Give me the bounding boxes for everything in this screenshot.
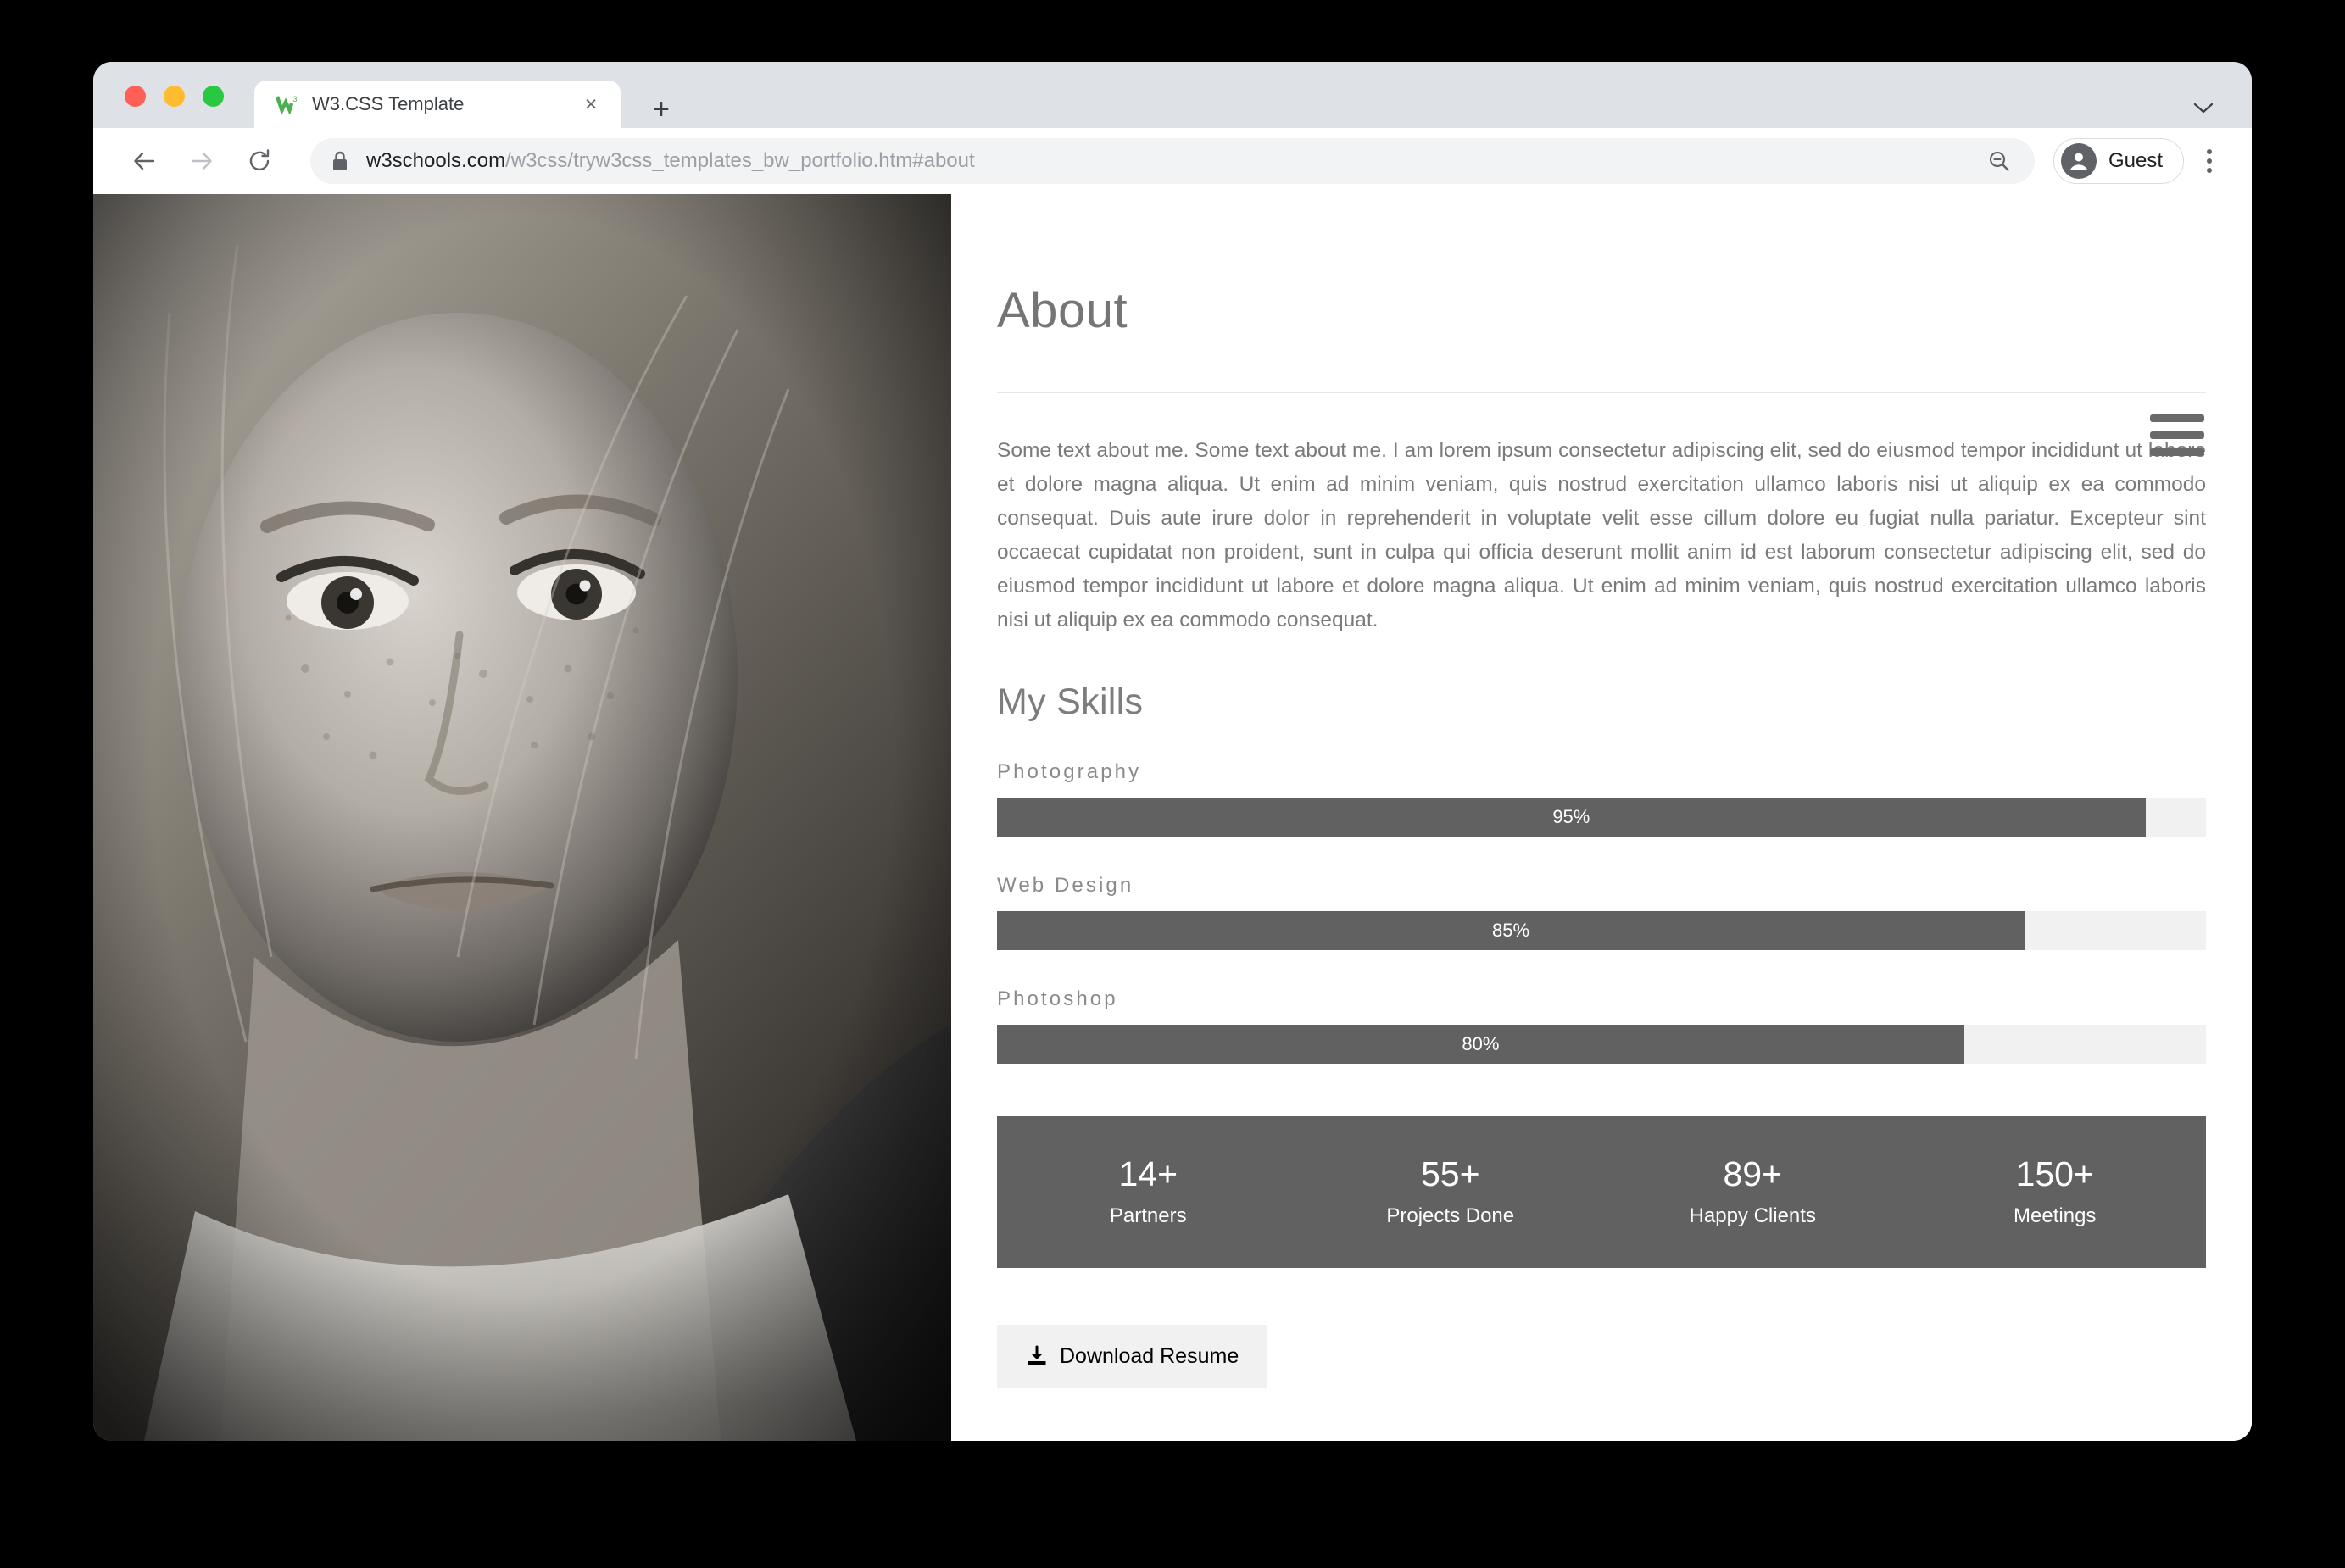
stat-partners: 14+ Partners	[997, 1155, 1300, 1227]
window-traffic-lights	[125, 86, 224, 107]
hamburger-bar	[2150, 414, 2204, 422]
url-path: /w3css/tryw3css_templates_bw_portfolio.h…	[505, 149, 975, 172]
browser-tab-strip: 3 W3.CSS Template × +	[93, 62, 2252, 128]
skill-progress-photoshop: 80%	[997, 1024, 2206, 1064]
new-tab-button[interactable]: +	[644, 92, 678, 126]
browser-tab-title: W3.CSS Template	[312, 93, 465, 114]
stat-label: Happy Clients	[1689, 1204, 1816, 1227]
profile-label: Guest	[2108, 149, 2163, 172]
about-paragraph: Some text about me. Some text about me. …	[997, 439, 2206, 631]
stat-label: Partners	[1109, 1204, 1187, 1227]
stat-label: Projects Done	[1386, 1204, 1515, 1227]
stat-value: 14+	[1118, 1154, 1178, 1194]
window-minimize-button[interactable]	[164, 86, 185, 107]
back-button[interactable]	[122, 139, 166, 183]
browser-toolbar: w3schools.com/w3css/tryw3css_templates_b…	[93, 128, 2252, 194]
w3-logo-icon: 3	[275, 93, 300, 115]
skill-label-photoshop: Photoshop	[997, 987, 1118, 1010]
stat-happy-clients: 89+ Happy Clients	[1601, 1155, 1904, 1227]
kebab-dot	[2207, 168, 2212, 173]
lock-icon	[331, 150, 349, 172]
skill-progress-web-design: 85%	[997, 910, 2206, 950]
address-bar[interactable]: w3schools.com/w3css/tryw3css_templates_b…	[310, 138, 2035, 184]
skills-heading: My Skills	[997, 681, 1144, 722]
hamburger-bar	[2150, 431, 2204, 439]
kebab-dot	[2207, 149, 2212, 154]
hero-photo	[93, 194, 951, 1441]
skill-label-web-design: Web Design	[997, 873, 1134, 897]
stats-band: 14+ Partners 55+ Projects Done 89+ Happy…	[997, 1115, 2207, 1268]
skill-progress-fill: 80%	[997, 1024, 1964, 1064]
download-resume-label: Download Resume	[1060, 1343, 1239, 1368]
skill-label-photography: Photography	[997, 759, 1142, 783]
browser-window: 3 W3.CSS Template × + w3schools.com/w3cs…	[93, 62, 2252, 1441]
window-close-button[interactable]	[125, 86, 146, 107]
address-bar-url: w3schools.com/w3css/tryw3css_templates_b…	[366, 149, 2014, 173]
page-viewport: About Some text about me. Some text abou…	[93, 194, 2252, 1441]
url-domain: w3schools.com	[366, 149, 506, 172]
forward-button[interactable]	[180, 139, 224, 183]
close-icon[interactable]: ×	[578, 92, 604, 117]
hamburger-bar	[2150, 448, 2204, 456]
avatar	[2060, 143, 2097, 179]
profile-button[interactable]: Guest	[2053, 138, 2184, 184]
svg-text:3: 3	[293, 95, 298, 103]
chevron-down-icon[interactable]	[2191, 96, 2216, 121]
kebab-menu-icon[interactable]	[2191, 139, 2228, 183]
skill-progress-fill: 95%	[997, 797, 2146, 837]
browser-tab[interactable]: 3 W3.CSS Template ×	[254, 81, 621, 128]
skill-progress-fill: 85%	[997, 910, 2025, 950]
content-pane: About Some text about me. Some text abou…	[951, 194, 2252, 1441]
stat-value: 89+	[1723, 1154, 1783, 1194]
page-title: About	[997, 283, 1128, 338]
skill-progress-photography: 95%	[997, 797, 2206, 837]
download-icon	[1026, 1345, 1048, 1367]
stat-value: 150+	[2015, 1154, 2094, 1194]
hamburger-menu-icon[interactable]	[2143, 410, 2211, 459]
stat-projects-done: 55+ Projects Done	[1300, 1155, 1602, 1227]
title-divider	[997, 392, 2206, 393]
window-maximize-button[interactable]	[203, 86, 224, 107]
kebab-dot	[2207, 158, 2212, 164]
stat-label: Meetings	[2014, 1204, 2097, 1227]
stat-value: 55+	[1420, 1154, 1480, 1194]
stat-meetings: 150+ Meetings	[1904, 1155, 2207, 1227]
download-resume-button[interactable]: Download Resume	[997, 1324, 1268, 1388]
zoom-out-icon[interactable]	[1982, 144, 2016, 178]
portrait-photo-bw	[93, 194, 951, 1441]
reload-button[interactable]	[237, 139, 281, 183]
